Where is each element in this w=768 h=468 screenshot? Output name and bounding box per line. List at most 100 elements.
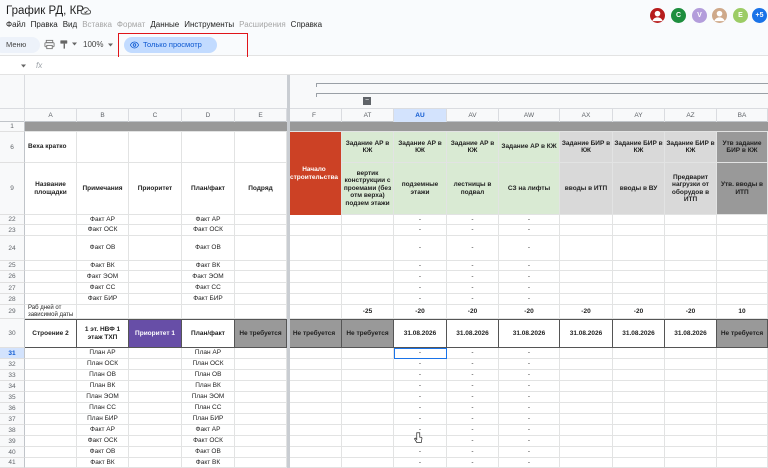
avatar[interactable]: C xyxy=(671,8,686,23)
avatar[interactable]: +5 xyxy=(752,8,767,23)
table-cell[interactable] xyxy=(287,294,342,305)
table-cell[interactable] xyxy=(560,414,613,425)
row-header[interactable]: 37 xyxy=(0,414,25,425)
table-cell[interactable] xyxy=(235,132,287,163)
table-cell[interactable]: План АР xyxy=(77,348,129,359)
table-cell[interactable] xyxy=(613,458,665,468)
table-cell[interactable]: Название площадки xyxy=(25,163,77,215)
table-cell[interactable] xyxy=(665,348,717,359)
table-cell[interactable] xyxy=(287,425,342,436)
table-cell[interactable] xyxy=(235,236,287,261)
table-cell[interactable] xyxy=(287,403,342,414)
table-cell[interactable]: План БИР xyxy=(182,414,235,425)
row-header[interactable]: 9 xyxy=(0,163,25,215)
table-cell[interactable] xyxy=(235,215,287,225)
table-cell[interactable] xyxy=(613,294,665,305)
table-cell[interactable] xyxy=(235,447,287,458)
table-cell[interactable] xyxy=(665,403,717,414)
table-cell[interactable] xyxy=(665,458,717,468)
table-cell[interactable] xyxy=(129,215,182,225)
column-header[interactable]: B xyxy=(77,109,129,122)
table-cell[interactable] xyxy=(613,236,665,261)
table-cell[interactable]: Факт ВК xyxy=(182,261,235,271)
table-cell[interactable] xyxy=(235,414,287,425)
table-cell[interactable]: Факт ОСК xyxy=(182,225,235,236)
table-cell[interactable] xyxy=(613,261,665,271)
table-cell[interactable] xyxy=(25,458,77,468)
table-cell[interactable]: Задание БИР в КЖ xyxy=(560,132,613,163)
table-cell[interactable] xyxy=(25,348,77,359)
table-cell[interactable]: Задание БИР в КЖ xyxy=(613,132,665,163)
table-cell[interactable]: Строение 2 xyxy=(25,319,77,348)
table-cell[interactable] xyxy=(287,436,342,447)
table-cell[interactable] xyxy=(665,370,717,381)
table-cell[interactable] xyxy=(25,436,77,447)
table-cell[interactable] xyxy=(613,425,665,436)
row-header[interactable]: 36 xyxy=(0,403,25,414)
table-cell[interactable]: - xyxy=(394,359,447,370)
table-cell[interactable] xyxy=(287,392,342,403)
table-cell[interactable]: Не требуется xyxy=(342,319,394,348)
table-cell[interactable]: План ЭОМ xyxy=(182,392,235,403)
table-cell[interactable]: Факт АР xyxy=(77,425,129,436)
table-cell[interactable]: Задание АР в КЖ xyxy=(342,132,394,163)
selected-cell[interactable] xyxy=(394,348,447,359)
table-cell[interactable] xyxy=(129,348,182,359)
table-cell[interactable]: -20 xyxy=(560,305,613,319)
table-cell[interactable] xyxy=(613,215,665,225)
table-cell[interactable]: Раб дней от зависимой даты xyxy=(25,305,77,319)
table-cell[interactable] xyxy=(717,359,768,370)
table-cell[interactable] xyxy=(665,122,717,132)
table-cell[interactable] xyxy=(235,359,287,370)
table-cell[interactable]: - xyxy=(447,236,499,261)
table-cell[interactable] xyxy=(129,436,182,447)
column-header[interactable]: C xyxy=(129,109,182,122)
table-cell[interactable]: План БИР xyxy=(77,414,129,425)
table-cell[interactable]: - xyxy=(447,271,499,283)
table-cell[interactable]: Факт СС xyxy=(182,283,235,294)
table-cell[interactable] xyxy=(182,305,235,319)
table-cell[interactable] xyxy=(25,283,77,294)
table-cell[interactable]: Факт СС xyxy=(77,283,129,294)
table-cell[interactable] xyxy=(613,283,665,294)
menu-search-button[interactable]: Меню xyxy=(0,37,40,53)
table-cell[interactable]: Веха кратко xyxy=(25,132,77,163)
table-cell[interactable] xyxy=(129,359,182,370)
column-header[interactable]: AV xyxy=(447,109,499,122)
menu-item[interactable]: Справка xyxy=(291,20,322,29)
table-cell[interactable] xyxy=(342,458,394,468)
table-cell[interactable]: - xyxy=(447,215,499,225)
table-cell[interactable] xyxy=(613,370,665,381)
table-cell[interactable] xyxy=(342,370,394,381)
table-cell[interactable] xyxy=(560,359,613,370)
table-cell[interactable] xyxy=(665,414,717,425)
frozen-column-divider[interactable] xyxy=(287,75,290,468)
table-cell[interactable] xyxy=(717,215,768,225)
table-cell[interactable] xyxy=(129,403,182,414)
chevron-down-icon[interactable] xyxy=(72,42,77,46)
chevron-down-icon[interactable] xyxy=(21,64,26,68)
table-cell[interactable] xyxy=(342,283,394,294)
row-header[interactable]: 25 xyxy=(0,261,25,271)
row-header[interactable]: 6 xyxy=(0,132,25,163)
table-cell[interactable] xyxy=(287,370,342,381)
row-header[interactable]: 29 xyxy=(0,305,25,319)
column-header[interactable]: AT xyxy=(342,109,394,122)
table-cell[interactable] xyxy=(665,271,717,283)
table-cell[interactable] xyxy=(665,215,717,225)
table-cell[interactable] xyxy=(287,271,342,283)
table-cell[interactable] xyxy=(342,236,394,261)
table-cell[interactable]: - xyxy=(394,294,447,305)
table-cell[interactable] xyxy=(77,305,129,319)
document-title[interactable]: График РД, КР xyxy=(6,5,84,17)
table-cell[interactable]: Факт БИР xyxy=(77,294,129,305)
table-cell[interactable] xyxy=(287,283,342,294)
table-cell[interactable] xyxy=(560,381,613,392)
table-cell[interactable]: - xyxy=(447,348,499,359)
table-cell[interactable]: - xyxy=(447,294,499,305)
table-cell[interactable]: - xyxy=(499,425,560,436)
user-photo-icon[interactable] xyxy=(712,8,727,23)
table-cell[interactable]: - xyxy=(447,225,499,236)
table-cell[interactable]: Задание БИР в КЖ xyxy=(665,132,717,163)
table-cell[interactable] xyxy=(129,283,182,294)
